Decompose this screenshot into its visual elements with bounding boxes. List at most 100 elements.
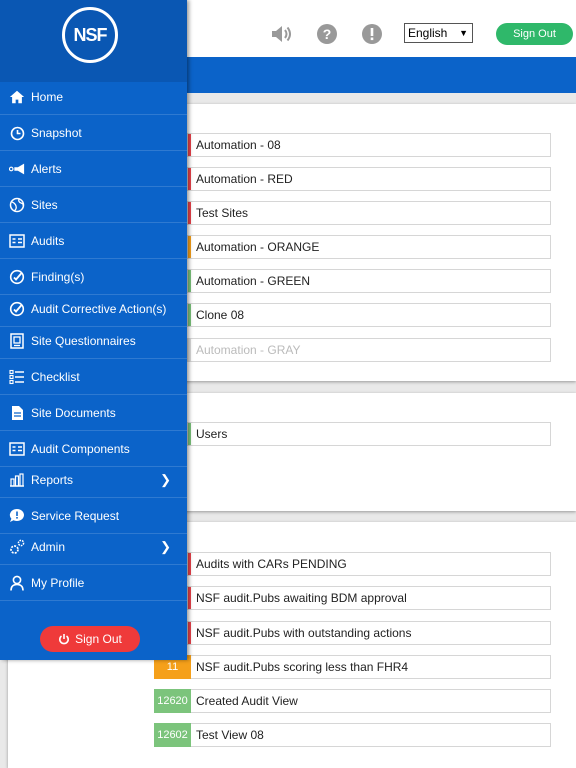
status-stripe bbox=[188, 168, 191, 190]
list-item[interactable]: Automation - RED bbox=[187, 167, 551, 191]
chat-icon bbox=[9, 508, 25, 524]
list-item-label: NSF audit.Pubs awaiting BDM approval bbox=[196, 591, 407, 605]
list-item-label: Test Sites bbox=[196, 206, 249, 220]
list-item[interactable]: Audits with CARs PENDING bbox=[187, 552, 551, 576]
list-item[interactable]: NSF audit.Pubs awaiting BDM approval bbox=[187, 586, 551, 610]
list-item[interactable]: NSF audit.Pubs with outstanding actions bbox=[187, 621, 551, 645]
svg-text:?: ? bbox=[323, 26, 332, 42]
sidebar-item-label: Finding(s) bbox=[31, 270, 85, 284]
list-item[interactable]: Automation - 08 bbox=[187, 133, 551, 157]
language-select[interactable]: English ▼ bbox=[404, 23, 473, 43]
chevron-right-icon: ❯ bbox=[160, 539, 171, 554]
sidebar-item-snapshot[interactable]: Snapshot bbox=[0, 116, 187, 151]
sidebar-item-label: Admin bbox=[31, 540, 66, 554]
sidebar-item-label: Audit Corrective Action(s) bbox=[31, 302, 167, 316]
status-stripe bbox=[188, 236, 191, 258]
help-icon[interactable]: ? bbox=[315, 22, 339, 46]
count-badge: 12602 bbox=[154, 723, 191, 747]
finding-icon bbox=[9, 269, 25, 285]
sidebar-item-label: My Profile bbox=[31, 576, 85, 590]
sidebar-item-label: Service Request bbox=[31, 509, 120, 523]
status-stripe bbox=[188, 270, 191, 292]
sidebar-item-audits[interactable]: Audits bbox=[0, 224, 187, 259]
count-badge: 12620 bbox=[154, 689, 191, 713]
list-item-label: NSF audit.Pubs scoring less than FHR4 bbox=[196, 660, 409, 674]
sidebar-item-label: Audits bbox=[31, 234, 65, 248]
list-item[interactable]: Automation - ORANGE bbox=[187, 235, 551, 259]
speaker-icon[interactable] bbox=[269, 22, 293, 46]
dropdown-arrow-icon: ▼ bbox=[459, 28, 468, 38]
status-stripe bbox=[188, 553, 191, 575]
list-item[interactable]: Test View 08 bbox=[187, 723, 551, 747]
home-icon bbox=[9, 89, 25, 105]
sidebar-item-admin[interactable]: Admin ❯ bbox=[0, 530, 187, 565]
sidebar: NSF Home Snapshot Alerts Sites Audits Finding… bbox=[0, 0, 187, 660]
sidebar-item-site-questionnaires[interactable]: Site Questionnaires bbox=[0, 324, 187, 359]
user-icon bbox=[9, 575, 25, 591]
list-item-label: Users bbox=[196, 427, 228, 441]
chevron-right-icon: ❯ bbox=[160, 472, 171, 487]
sidebar-item-service-request[interactable]: Service Request bbox=[0, 499, 187, 534]
list-item-label: Test View 08 bbox=[196, 728, 264, 742]
logo-area: NSF bbox=[0, 0, 187, 82]
list-item-label: Automation - 08 bbox=[196, 138, 281, 152]
sidebar-item-audit-components[interactable]: Audit Components bbox=[0, 432, 187, 467]
list-item-label: Automation - GREEN bbox=[196, 274, 311, 288]
sidebar-item-alerts[interactable]: Alerts bbox=[0, 152, 187, 187]
list-item[interactable]: Automation - GRAY bbox=[187, 338, 551, 362]
sidebar-item-label: Sites bbox=[31, 198, 58, 212]
list-item-label: NSF audit.Pubs with outstanding actions bbox=[196, 626, 412, 640]
list-item-label: Automation - RED bbox=[196, 172, 293, 186]
status-stripe bbox=[188, 339, 191, 361]
sidebar-item-finding-s[interactable]: Finding(s) bbox=[0, 260, 187, 295]
power-icon bbox=[59, 634, 70, 645]
list-item-label: Audits with CARs PENDING bbox=[196, 557, 347, 571]
sidebar-sign-out-button[interactable]: Sign Out bbox=[40, 626, 140, 652]
questionnaire-icon bbox=[9, 333, 25, 349]
list-item[interactable]: NSF audit.Pubs scoring less than FHR4 bbox=[187, 655, 551, 679]
list-item-label: Created Audit View bbox=[196, 694, 298, 708]
corrective-icon bbox=[9, 301, 25, 317]
megaphone-icon bbox=[9, 161, 25, 177]
list-item[interactable]: Automation - GREEN bbox=[187, 269, 551, 293]
gear-icon bbox=[9, 539, 25, 555]
list-item[interactable]: Test Sites bbox=[187, 201, 551, 225]
sidebar-item-sites[interactable]: Sites bbox=[0, 188, 187, 223]
status-stripe bbox=[188, 134, 191, 156]
sidebar-item-label: Checklist bbox=[31, 370, 80, 384]
sidebar-item-reports[interactable]: Reports ❯ bbox=[0, 463, 187, 498]
sidebar-item-checklist[interactable]: Checklist bbox=[0, 360, 187, 395]
list-item[interactable]: Clone 08 bbox=[187, 303, 551, 327]
sidebar-item-label: Home bbox=[31, 90, 64, 104]
nsf-logo: NSF bbox=[62, 7, 118, 63]
status-stripe bbox=[188, 202, 191, 224]
sidebar-item-audit-corrective-action-s[interactable]: Audit Corrective Action(s) bbox=[0, 292, 187, 327]
audit-icon bbox=[9, 233, 25, 249]
sidebar-item-label: Alerts bbox=[31, 162, 62, 176]
list-item[interactable]: Created Audit View bbox=[187, 689, 551, 713]
document-icon bbox=[9, 405, 25, 421]
globe-icon bbox=[9, 197, 25, 213]
sidebar-item-label: Audit Components bbox=[31, 442, 130, 456]
list-item[interactable]: Users bbox=[187, 422, 551, 446]
status-stripe bbox=[188, 423, 191, 445]
sidebar-sign-out-label: Sign Out bbox=[75, 632, 122, 646]
list-item-label: Clone 08 bbox=[196, 308, 245, 322]
language-value: English bbox=[408, 26, 448, 40]
sidebar-item-label: Snapshot bbox=[31, 126, 82, 140]
components-icon bbox=[9, 441, 25, 457]
sidebar-item-site-documents[interactable]: Site Documents bbox=[0, 396, 187, 431]
status-stripe bbox=[188, 622, 191, 644]
list-item-label: Automation - GRAY bbox=[196, 343, 301, 357]
list-item-label: Automation - ORANGE bbox=[196, 240, 320, 254]
sign-out-button[interactable]: Sign Out bbox=[496, 23, 573, 45]
sidebar-item-label: Reports bbox=[31, 473, 74, 487]
status-stripe bbox=[188, 587, 191, 609]
sidebar-item-label: Site Documents bbox=[31, 406, 116, 420]
status-stripe bbox=[188, 304, 191, 326]
alert-icon[interactable] bbox=[360, 22, 384, 46]
checklist-icon bbox=[9, 369, 25, 385]
clock-icon bbox=[9, 125, 25, 141]
sidebar-item-my-profile[interactable]: My Profile bbox=[0, 566, 187, 601]
sidebar-item-home[interactable]: Home bbox=[0, 80, 187, 115]
